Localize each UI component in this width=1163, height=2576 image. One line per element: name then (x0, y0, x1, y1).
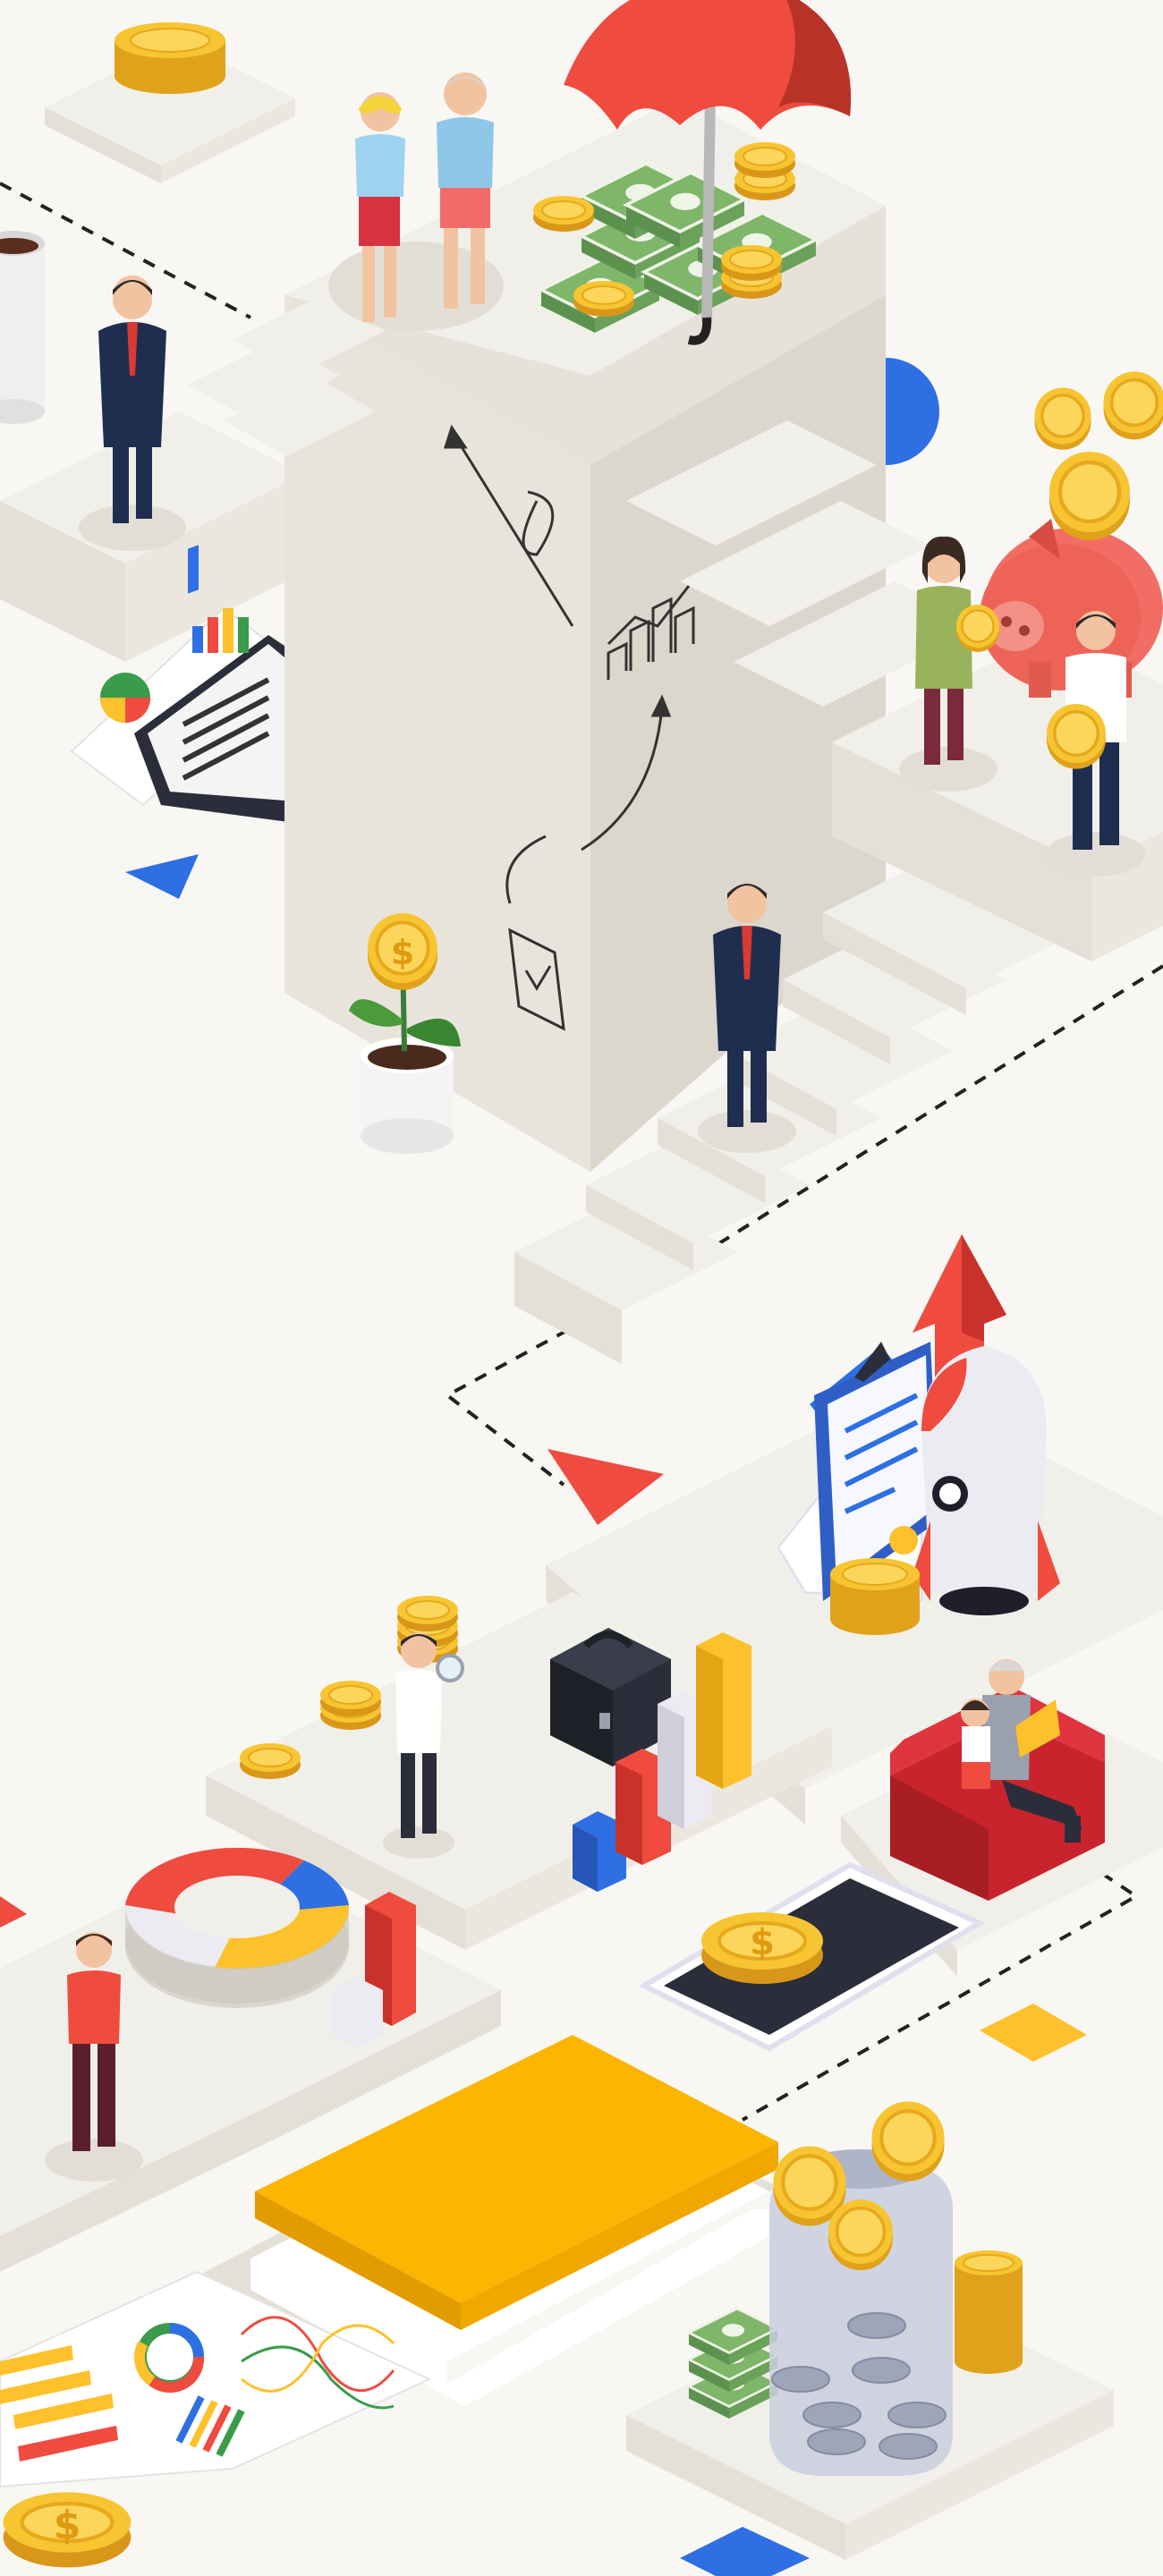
rocket-icon (913, 1234, 1060, 1615)
coin-symbol: $ (750, 1922, 775, 1963)
red-arrow-shape (0, 1896, 27, 1928)
blue-half-circle-shape (886, 358, 939, 465)
elderly-couple (328, 72, 504, 331)
coin-stack-top-left (115, 22, 225, 94)
blue-diamond-shape (680, 2527, 810, 2576)
floating-coins (1032, 369, 1163, 541)
donut-chart-icon (124, 1847, 350, 2008)
coin-symbol: $ (391, 933, 414, 972)
coin-bottom-left: $ (4, 2492, 132, 2567)
coin-symbol: $ (54, 2503, 81, 2548)
coin-stack-jar (955, 2250, 1023, 2374)
red-triangle-shape (548, 1449, 664, 1525)
isometric-finance-scene: $ $ $ (0, 0, 1163, 2576)
blue-triangle-shape (125, 854, 199, 899)
coin-stack-rocket (830, 1558, 920, 1635)
coffee-cup-icon (0, 231, 45, 424)
yellow-diamond-shape (980, 2004, 1087, 2062)
